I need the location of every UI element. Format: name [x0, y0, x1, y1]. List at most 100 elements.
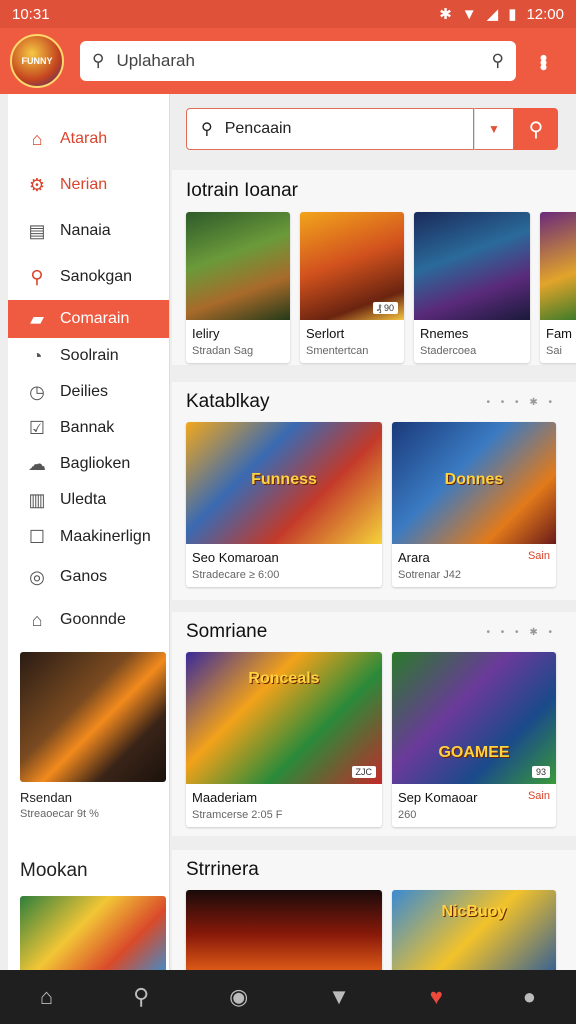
app-bar: FUNNY ⚲ Uplaharah ⚲ •••: [0, 28, 576, 94]
overflow-menu-icon[interactable]: •••: [531, 54, 556, 68]
cloud-icon: ☁: [28, 453, 46, 474]
tag-icon: ⌂: [31, 609, 43, 630]
card-title: Rsendan: [20, 790, 73, 805]
sidebar-item-label: Ganos: [60, 568, 108, 585]
game-card[interactable]: Donnes Sain Arara Sotrenar J42: [392, 422, 556, 587]
card-subtitle: 260: [398, 809, 417, 821]
battery-icon: ▮: [508, 6, 517, 23]
main-content: ⚲ Pencaain ▼ ⚲ Iotrain Ioanar Ieliry Stra…: [172, 94, 576, 970]
game-thumbnail: ₰ 90: [300, 212, 404, 320]
sidebar-item-ganos[interactable]: ◎ Ganos: [8, 556, 169, 598]
search-button[interactable]: ⚲: [514, 108, 558, 150]
section-3: Somriane • • • ✱ • Ronceals ZJC Maaderiam…: [172, 612, 576, 836]
more-options-icon[interactable]: • • • ✱ •: [487, 397, 557, 408]
sidebar-item-baglioken[interactable]: ☁ Baglioken: [8, 446, 169, 482]
sidebar-featured-card[interactable]: Rsendan Streaoecar 9t %: [20, 652, 166, 820]
heart-icon[interactable]: ♥: [430, 984, 443, 1010]
bottom-nav: ⌂ ⚲ ◉ ▼ ♥ ●: [0, 970, 576, 1024]
game-thumbnail: [186, 212, 290, 320]
home-icon[interactable]: ⌂: [40, 984, 53, 1010]
sidebar-item-comarain[interactable]: ▰ Comarain: [8, 300, 169, 338]
status-time: 10:31: [12, 5, 50, 23]
game-card[interactable]: ₰ 90 Serlort Smentertcan: [300, 212, 404, 363]
clock-icon: ◷: [29, 381, 45, 402]
sidebar-section-title: Mookan: [20, 860, 88, 881]
calendar-icon: ▤: [28, 220, 46, 241]
bluetooth-icon: ✱: [439, 6, 452, 23]
sidebar-item-label: Maakinerlign: [60, 528, 151, 545]
sidebar: ⌂ Atarah ⚙ Nerian ▤ Nanaia ⚲ Sanokgan ▰ Comar…: [8, 94, 170, 976]
sidebar-item-label: Baglioken: [60, 455, 131, 472]
sidebar-item-soolrain[interactable]: ◔ Soolrain: [8, 338, 169, 374]
bookmark-icon[interactable]: ▼: [328, 984, 350, 1010]
more-options-icon[interactable]: • • • ✱ •: [487, 627, 557, 638]
game-thumbnail: [20, 652, 166, 782]
game-logo-text: NicBuoy: [441, 902, 507, 920]
search-icon[interactable]: ⚲: [133, 984, 149, 1010]
search-icon: ⚲: [92, 51, 105, 70]
price-badge: ₰ 90: [372, 302, 398, 314]
app-logo[interactable]: FUNNY: [10, 34, 64, 88]
search-icon: ⚲: [528, 118, 544, 141]
game-card[interactable]: [186, 890, 382, 970]
sidebar-item-label: Bannak: [60, 419, 115, 436]
section-1: Iotrain Ioanar Ieliry Stradan Sag ₰ 90 Se…: [172, 170, 576, 365]
chart-icon: ▥: [28, 489, 46, 510]
game-thumbnail: Ronceals ZJC: [186, 652, 382, 784]
sidebar-item-bannak[interactable]: ☑ Bannak: [8, 410, 169, 446]
game-card[interactable]: NicBuoy: [392, 890, 556, 970]
sidebar-item-nerian[interactable]: ⚙ Nerian: [8, 162, 169, 208]
sidebar-item-uledta[interactable]: ▥ Uledta: [8, 482, 169, 518]
card-title: Maaderiam: [192, 790, 258, 805]
sidebar-item-label: Comarain: [60, 310, 130, 327]
wifi-icon: ▼: [461, 5, 477, 23]
games-icon[interactable]: ◉: [229, 984, 248, 1010]
game-thumbnail: [540, 212, 576, 320]
sidebar-item-maakinerlign[interactable]: ☐ Maakinerlign: [8, 518, 169, 556]
sidebar-item-label: Nanaia: [60, 222, 111, 239]
game-thumbnail: NicBuoy: [392, 890, 556, 970]
chevron-down-icon[interactable]: ▼: [474, 108, 514, 150]
content-search-input[interactable]: ⚲ Pencaain: [186, 108, 474, 150]
top-search-value: Uplaharah: [116, 51, 195, 70]
home-icon: ⌂: [31, 128, 43, 149]
section-4: Strrinera NicBuoy: [172, 850, 576, 970]
card-title: Rnemes: [420, 326, 469, 341]
sidebar-item-label: Soolrain: [60, 347, 119, 364]
game-card[interactable]: Ronceals ZJC Maaderiam Stramcerse 2:05 F: [186, 652, 382, 827]
section-title: Somriane: [186, 621, 268, 642]
search-icon: ⚲: [201, 121, 213, 138]
search-icon[interactable]: ⚲: [492, 51, 504, 71]
game-card[interactable]: Funness Seo Komaroan Stradecare ≥ 6:00: [186, 422, 382, 587]
game-logo-text: Funness: [251, 470, 317, 488]
sale-label: Sain: [527, 550, 550, 562]
check-circle-icon: ◔: [31, 345, 43, 366]
top-search-input[interactable]: ⚲ Uplaharah ⚲: [80, 41, 516, 81]
sidebar-item-atarah[interactable]: ⌂ Atarah: [8, 116, 169, 162]
game-card[interactable]: GOAMEE 93 Sain Sep Komaoar 260: [392, 652, 556, 827]
card-title: Serlort: [306, 326, 345, 341]
game-card[interactable]: Fam Sai: [540, 212, 576, 363]
price-badge: ZJC: [351, 766, 376, 778]
section-title: Katablkay: [186, 391, 270, 412]
content-search-value: Pencaain: [224, 120, 292, 137]
game-thumbnail[interactable]: [20, 896, 166, 976]
sale-label: Sain: [527, 790, 550, 802]
list-icon: ☐: [28, 526, 46, 547]
search-icon: ⚲: [30, 266, 44, 287]
game-card[interactable]: Ieliry Stradan Sag: [186, 212, 290, 363]
sidebar-item-label: Deilies: [60, 383, 109, 400]
sidebar-item-nanaia[interactable]: ▤ Nanaia: [8, 208, 169, 254]
sidebar-item-label: Nerian: [60, 176, 108, 193]
game-logo-text: Donnes: [444, 470, 504, 488]
game-thumbnail: [414, 212, 530, 320]
content-search: ⚲ Pencaain ▼ ⚲: [186, 108, 558, 150]
game-card[interactable]: Rnemes Stadercoea: [414, 212, 530, 363]
profile-icon[interactable]: ●: [523, 984, 536, 1010]
sidebar-item-sanokgan[interactable]: ⚲ Sanokgan: [8, 254, 169, 300]
status-bar: 10:31 ✱ ▼ ◢ ▮ 12:00: [0, 0, 576, 28]
folder-icon: ▰: [30, 308, 44, 329]
sidebar-item-deilies[interactable]: ◷ Deilies: [8, 374, 169, 410]
sidebar-item-goonnde[interactable]: ⌂ Goonnde: [8, 598, 169, 642]
game-thumbnail: GOAMEE 93: [392, 652, 556, 784]
